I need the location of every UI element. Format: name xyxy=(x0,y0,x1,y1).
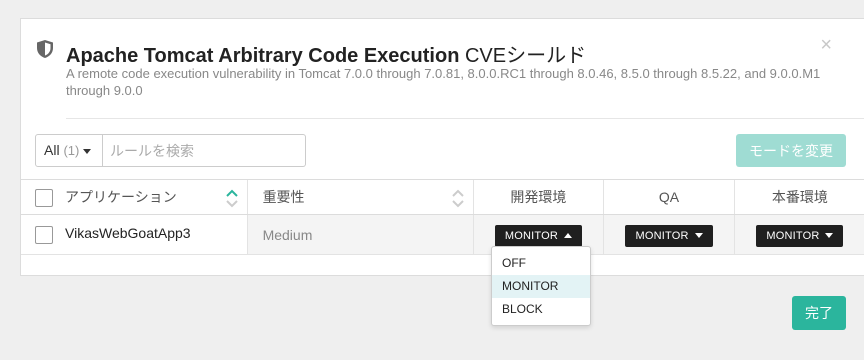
chevron-down-icon xyxy=(83,148,92,154)
dropdown-option-monitor[interactable]: MONITOR xyxy=(492,275,590,298)
header-application-label: アプリケーション xyxy=(65,188,177,205)
header-severity[interactable]: 重要性 xyxy=(246,179,474,215)
header-env-dev: 開発環境 xyxy=(472,179,604,215)
cell-env-prod: MONITOR xyxy=(733,214,864,255)
header-application[interactable]: アプリケーション xyxy=(21,179,248,215)
divider xyxy=(66,118,864,119)
chevron-up-icon xyxy=(564,233,572,239)
cell-env-qa: MONITOR xyxy=(603,214,735,255)
cell-severity: Medium xyxy=(246,214,474,255)
chevron-down-icon xyxy=(694,233,703,239)
dropdown-option-block[interactable]: BLOCK xyxy=(492,298,590,321)
filter-dropdown[interactable]: All (1) xyxy=(35,134,103,167)
filter-count: (1) xyxy=(63,143,80,158)
dropdown-option-off[interactable]: OFF xyxy=(492,252,590,275)
prod-mode-dropdown[interactable]: MONITOR xyxy=(756,224,844,247)
title-suffix: CVEシールド xyxy=(459,45,587,67)
table-row: VikasWebGoatApp3 Medium MONITOR MONITOR … xyxy=(21,214,864,255)
modal-description: A remote code execution vulnerability in… xyxy=(66,66,821,98)
filter-label: All xyxy=(44,142,60,158)
cve-shield-modal: Apache Tomcat Arbitrary Code Execution C… xyxy=(20,18,864,276)
table-header-row: アプリケーション 重要性 開発環境 QA 本番環境 xyxy=(21,179,864,215)
title-main: Apache Tomcat Arbitrary Code Execution xyxy=(66,45,460,67)
header-env-prod: 本番環境 xyxy=(733,179,864,215)
shield-icon xyxy=(37,40,53,58)
select-all-checkbox[interactable] xyxy=(35,189,53,208)
cell-application: VikasWebGoatApp3 xyxy=(21,214,248,255)
qa-mode-dropdown[interactable]: MONITOR xyxy=(625,224,713,247)
dev-mode-label: MONITOR xyxy=(504,229,558,242)
rule-search-input[interactable] xyxy=(103,134,306,167)
application-name: VikasWebGoatApp3 xyxy=(65,225,191,242)
qa-mode-label: MONITOR xyxy=(635,229,689,242)
sort-icon[interactable] xyxy=(451,186,465,210)
rules-table: アプリケーション 重要性 開発環境 QA 本番環境 VikasWebGoatAp… xyxy=(21,179,864,255)
dev-mode-dropdown[interactable]: MONITOR xyxy=(494,224,582,247)
prod-mode-label: MONITOR xyxy=(766,229,820,242)
change-mode-button[interactable]: モードを変更 xyxy=(736,134,846,167)
header-severity-label: 重要性 xyxy=(262,189,305,205)
modal-title: Apache Tomcat Arbitrary Code Execution C… xyxy=(66,39,586,68)
close-icon[interactable]: × xyxy=(820,35,832,55)
chevron-down-icon xyxy=(825,233,834,239)
row-checkbox[interactable] xyxy=(35,225,53,244)
done-button[interactable]: 完了 xyxy=(792,296,846,330)
mode-dropdown-menu: OFF MONITOR BLOCK xyxy=(491,246,591,326)
header-env-qa: QA xyxy=(603,179,735,215)
sort-icon[interactable] xyxy=(225,186,239,210)
